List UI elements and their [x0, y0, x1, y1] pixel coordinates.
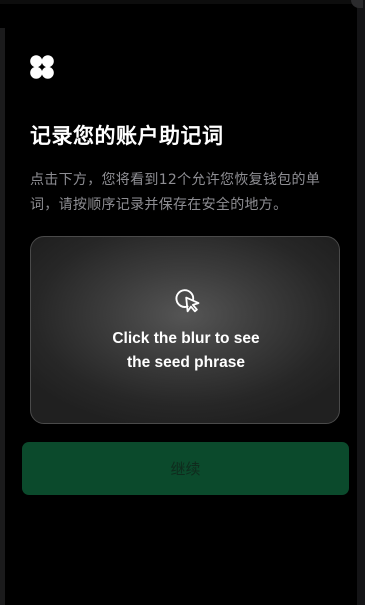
cursor-click-icon: [175, 289, 200, 313]
continue-button[interactable]: 继续: [22, 442, 349, 495]
seed-phrase-blur-card[interactable]: Click the blur to see the seed phrase: [30, 236, 340, 424]
page-description: 点击下方，您将看到12个允许您恢复钱包的单词，请按顺序记录并保存在安全的地方。: [30, 172, 321, 213]
window-corner: [351, 0, 363, 8]
app-window: 记录您的账户助记词 点击下方，您将看到12个允许您恢复钱包的单词，请按顺序记录并…: [0, 0, 365, 605]
four-circles-logo-icon: [30, 55, 54, 79]
blur-hint-text: Click the blur to see the seed phrase: [31, 327, 341, 375]
window-top-edge: [0, 0, 365, 4]
blur-hint-line-2: the seed phrase: [126, 354, 246, 371]
blur-hint-line-1: Click the blur to see: [112, 330, 260, 347]
window-right-edge: [357, 0, 365, 605]
page-title: 记录您的账户助记词: [30, 124, 224, 148]
window-left-edge: [0, 28, 5, 605]
